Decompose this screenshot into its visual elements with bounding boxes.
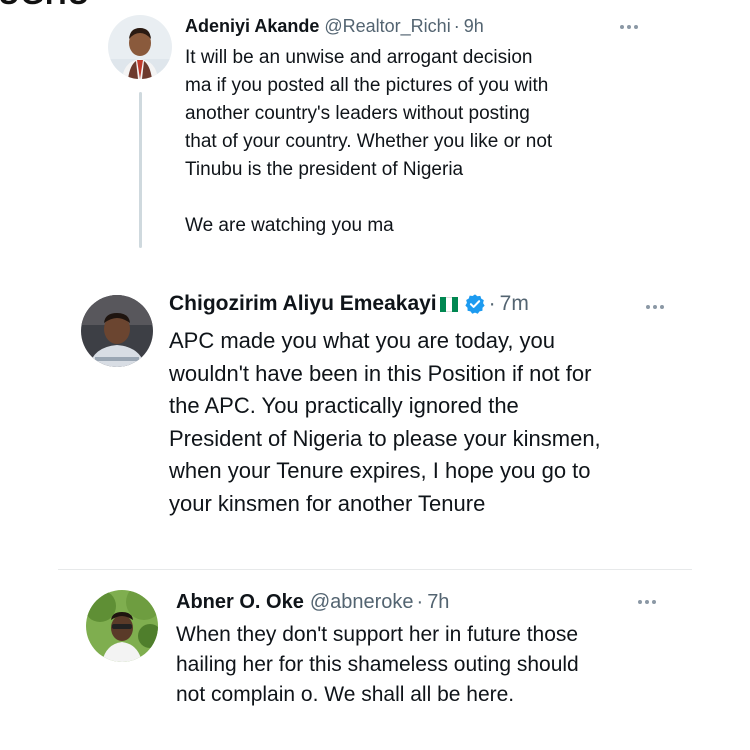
cropped-header-text: UGHU xyxy=(0,0,90,12)
tweet-text: APC made you what you are today, you wou… xyxy=(169,328,601,516)
timestamp[interactable]: 7h xyxy=(427,591,449,614)
avatar[interactable] xyxy=(108,15,172,79)
author-name[interactable]: Adeniyi Akande xyxy=(185,16,319,37)
tweet-header: Abner O. Oke @abneroke · 7h xyxy=(176,588,449,616)
divider xyxy=(58,569,692,570)
separator-dot: · xyxy=(416,590,424,613)
author-name[interactable]: Chigozirim Aliyu Emeakayi xyxy=(169,292,437,316)
avatar[interactable] xyxy=(86,590,158,662)
timestamp[interactable]: 9h xyxy=(464,16,484,37)
author-name[interactable]: Abner O. Oke xyxy=(176,591,304,614)
separator-dot: · xyxy=(488,292,496,315)
profile-photo-icon xyxy=(86,590,158,662)
profile-photo-icon xyxy=(108,15,172,79)
tweet-text: It will be an unwise and arrogant decisi… xyxy=(185,47,553,236)
thread-connector-line xyxy=(139,92,142,248)
more-horizontal-icon[interactable] xyxy=(638,600,656,604)
timestamp[interactable]: 7m xyxy=(500,292,529,316)
nigeria-flag-icon xyxy=(439,296,458,312)
author-handle[interactable]: @abneroke xyxy=(310,591,414,614)
profile-photo-icon xyxy=(81,295,153,367)
tweet-text: When they don't support her in future th… xyxy=(176,623,579,706)
verified-badge-icon xyxy=(465,294,485,314)
separator-dot: · xyxy=(453,15,460,36)
more-horizontal-icon[interactable] xyxy=(646,305,664,309)
tweet-header: Chigozirim Aliyu Emeakayi · 7m xyxy=(169,290,529,318)
avatar[interactable] xyxy=(81,295,153,367)
tweet-header: Adeniyi Akande @Realtor_Richi · 9h xyxy=(185,14,484,38)
author-handle[interactable]: @Realtor_Richi xyxy=(324,16,450,37)
more-horizontal-icon[interactable] xyxy=(620,25,638,29)
